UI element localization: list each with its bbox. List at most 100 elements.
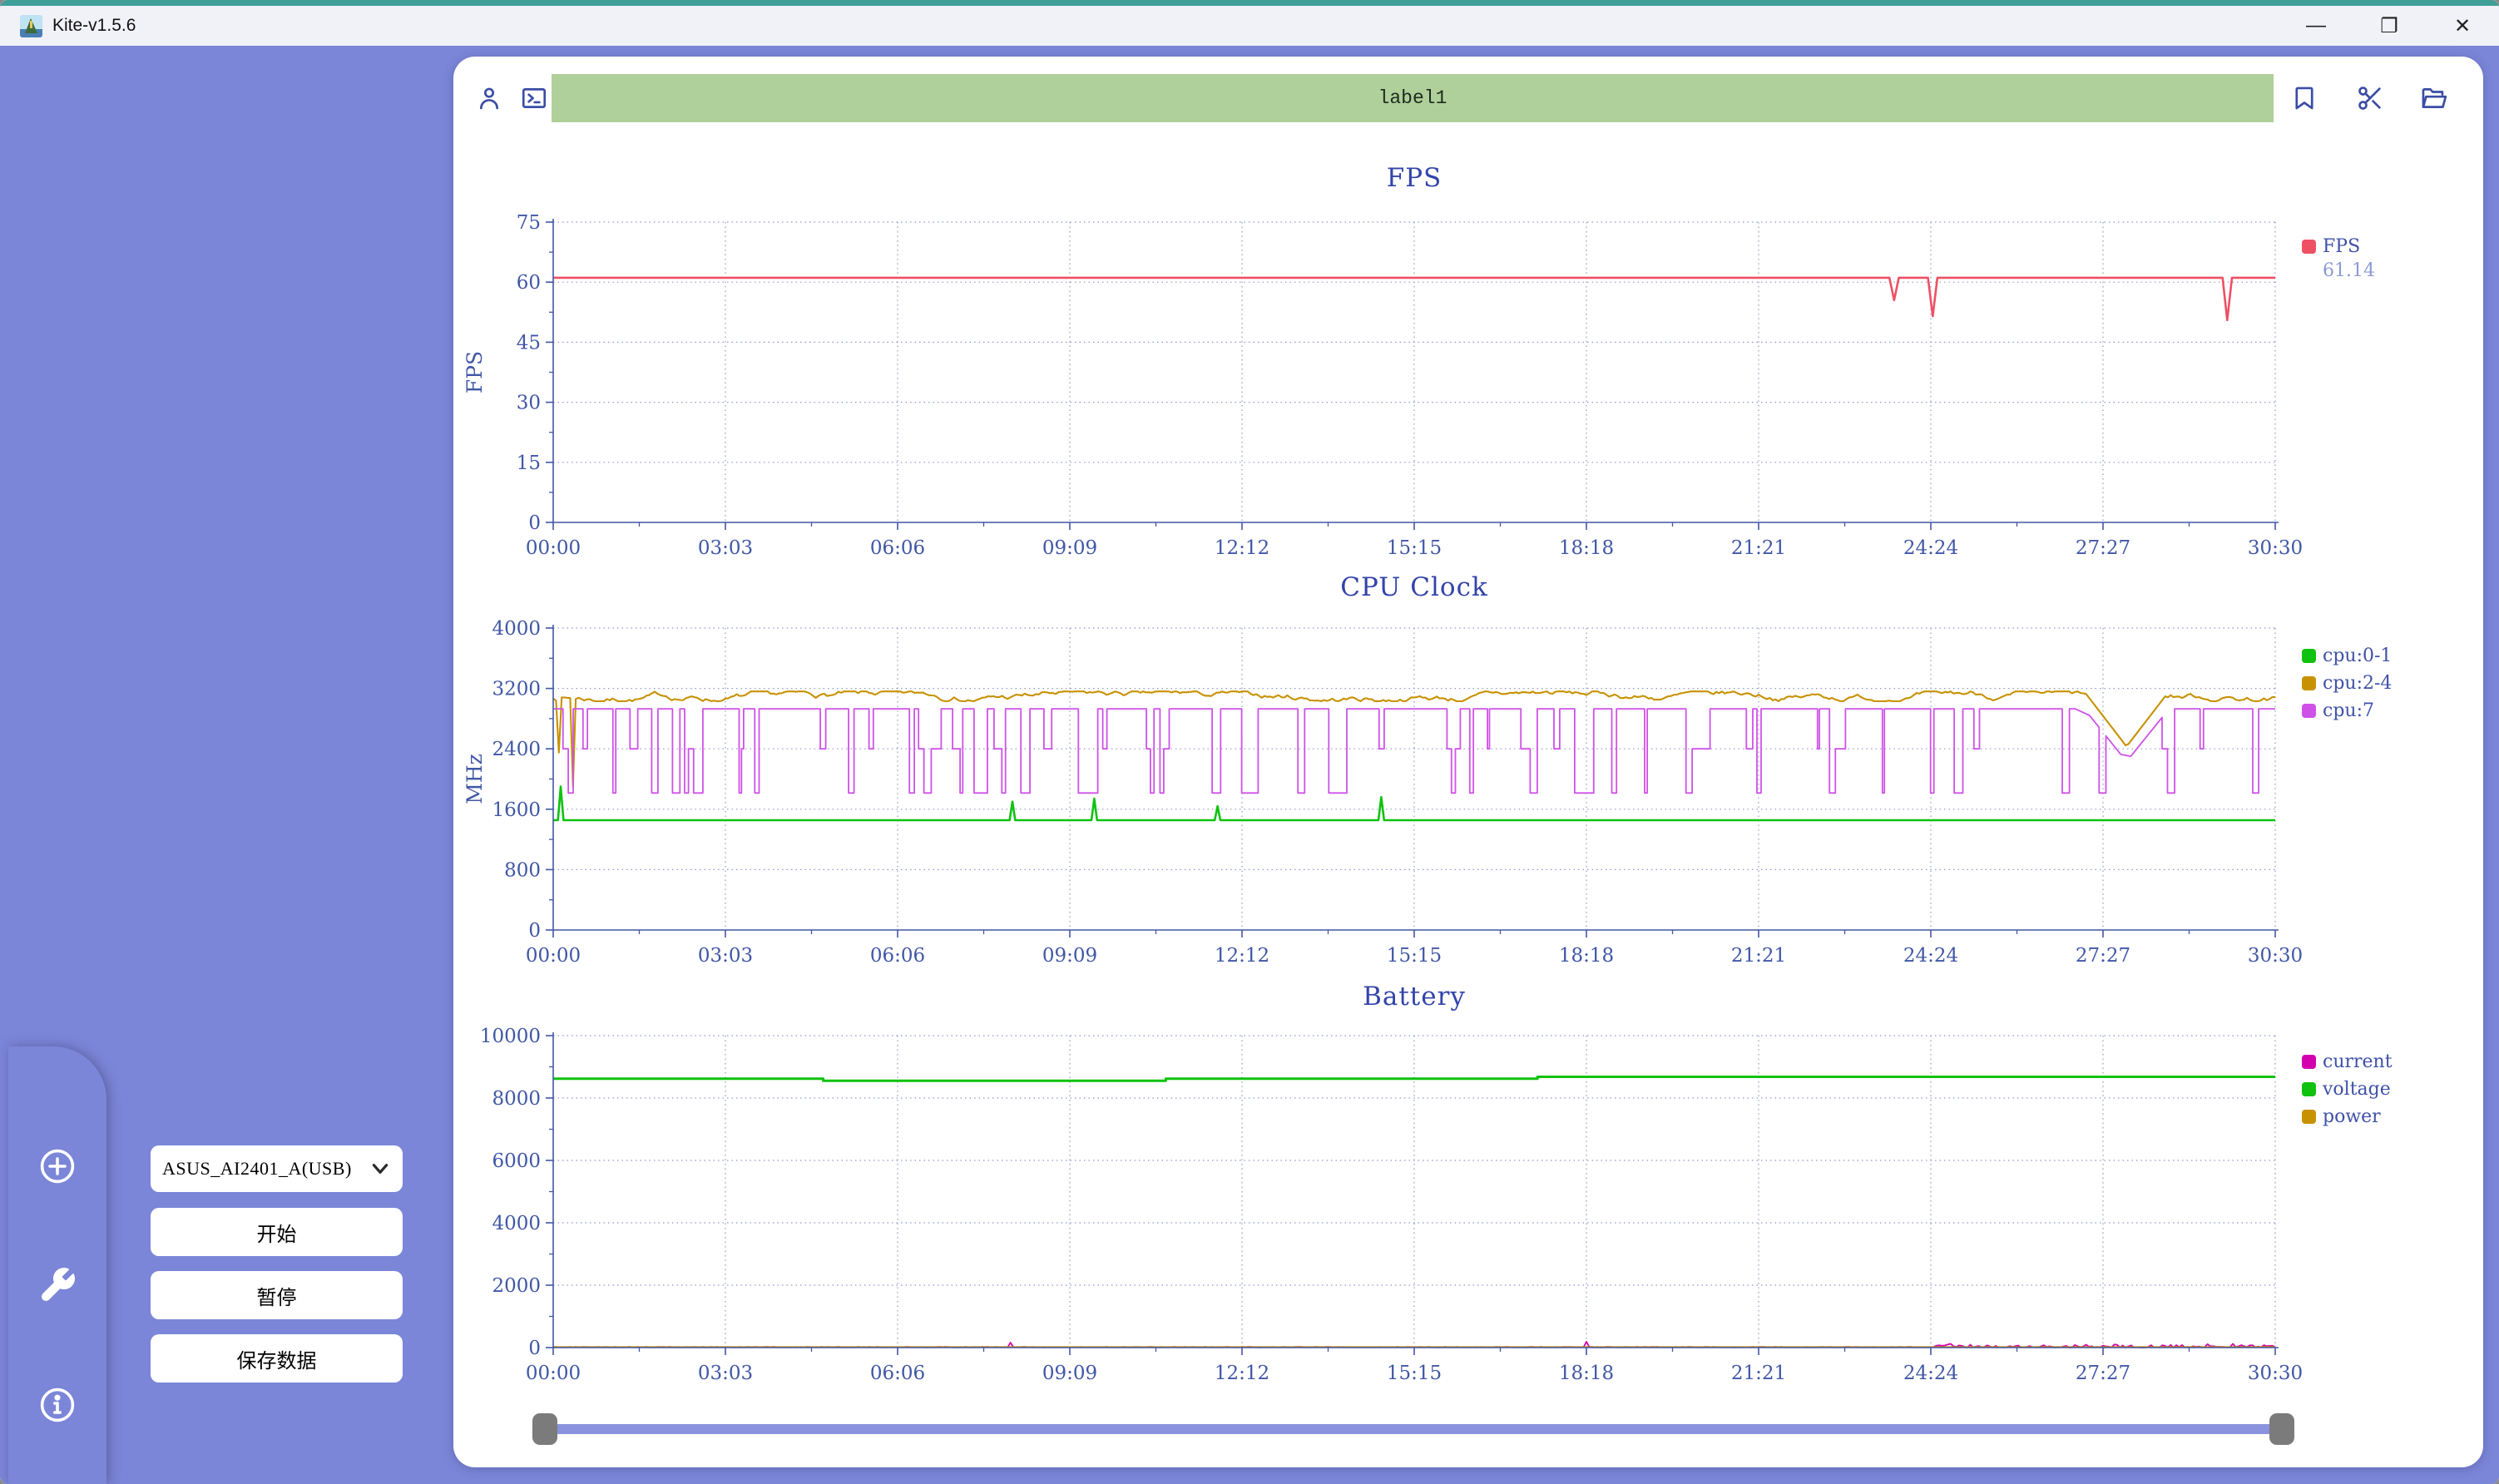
svg-text:21:21: 21:21 (1731, 537, 1786, 559)
info-icon[interactable] (37, 1385, 77, 1425)
fps-plot: 0 15 30 45 60 75 00:00 03:03 06:06 09:09 12:12 15:1… (463, 212, 2303, 559)
svg-text:00:00: 00:00 (526, 1363, 581, 1384)
device-select-value: ASUS_AI2401_A(USB) (162, 1158, 352, 1179)
svg-text:27:27: 27:27 (2076, 1363, 2130, 1384)
legend-swatch (2302, 676, 2316, 690)
svg-text:24:24: 24:24 (1903, 1363, 1958, 1384)
svg-text:00:00: 00:00 (526, 945, 581, 967)
svg-text:0: 0 (528, 512, 541, 534)
svg-text:12:12: 12:12 (1215, 945, 1269, 967)
chevron-down-icon (369, 1160, 391, 1183)
legend-label: voltage (2323, 1079, 2391, 1100)
svg-text:FPS: FPS (463, 351, 487, 393)
svg-text:09:09: 09:09 (1042, 1363, 1097, 1384)
legend-label: power (2323, 1106, 2381, 1127)
svg-text:15:15: 15:15 (1387, 1363, 1442, 1384)
svg-text:03:03: 03:03 (698, 945, 753, 967)
battery-legend: current voltage power (2302, 1048, 2393, 1130)
svg-text:06:06: 06:06 (870, 537, 925, 559)
legend-current-value: 61.14 (2323, 260, 2375, 281)
svg-text:03:03: 03:03 (698, 537, 753, 559)
svg-text:15:15: 15:15 (1387, 537, 1442, 559)
svg-text:09:09: 09:09 (1042, 537, 1097, 559)
window-top-accent (0, 0, 2499, 6)
legend-swatch (2302, 1082, 2316, 1096)
legend-item-power[interactable]: power (2302, 1103, 2393, 1130)
time-range-slider[interactable] (532, 1412, 2294, 1446)
user-icon[interactable] (475, 84, 503, 112)
svg-text:MHz: MHz (463, 754, 487, 804)
svg-text:0: 0 (528, 920, 541, 942)
legend-swatch (2302, 240, 2316, 254)
main-area: ASUS_AI2401_A(USB) 开始 暂停 保存数据 label1 FPS… (0, 46, 2499, 1484)
svg-text:2400: 2400 (492, 739, 541, 760)
svg-text:09:09: 09:09 (1042, 945, 1097, 967)
svg-text:27:27: 27:27 (2076, 945, 2130, 967)
svg-text:4000: 4000 (492, 618, 541, 640)
start-button[interactable]: 开始 (151, 1208, 403, 1256)
svg-text:12:12: 12:12 (1215, 1363, 1269, 1384)
legend-swatch (2302, 704, 2316, 718)
svg-text:18:18: 18:18 (1559, 1363, 1614, 1384)
svg-text:24:24: 24:24 (1903, 945, 1958, 967)
legend-swatch (2302, 1055, 2316, 1069)
svg-text:21:21: 21:21 (1731, 1363, 1786, 1384)
svg-text:30:30: 30:30 (2248, 537, 2303, 559)
svg-text:06:06: 06:06 (870, 1363, 925, 1384)
svg-text:1600: 1600 (492, 799, 541, 821)
svg-text:6000: 6000 (492, 1150, 541, 1172)
bookmark-icon[interactable] (2290, 84, 2318, 112)
title-bar: Kite-v1.5.6 — ❐ ✕ (0, 6, 2499, 46)
legend-label: FPS (2323, 236, 2361, 257)
svg-text:18:18: 18:18 (1559, 537, 1614, 559)
device-select[interactable]: ASUS_AI2401_A(USB) (151, 1145, 403, 1192)
legend-item-voltage[interactable]: voltage (2302, 1076, 2393, 1103)
slider-handle-left[interactable] (532, 1413, 557, 1445)
legend-item-cpu-0-1[interactable]: cpu:0-1 (2302, 642, 2392, 670)
left-dock (8, 1046, 106, 1484)
svg-text:8000: 8000 (492, 1088, 541, 1110)
legend-swatch (2302, 1110, 2316, 1124)
svg-text:4000: 4000 (492, 1213, 541, 1234)
legend-label: cpu:7 (2323, 700, 2374, 721)
fps-legend: FPS 61.14 (2302, 233, 2375, 285)
svg-text:30:30: 30:30 (2248, 945, 2303, 967)
svg-text:10000: 10000 (480, 1026, 541, 1047)
svg-text:800: 800 (504, 859, 541, 881)
add-icon[interactable] (37, 1146, 77, 1186)
svg-text:3200: 3200 (492, 679, 541, 700)
svg-text:30:30: 30:30 (2248, 1363, 2303, 1384)
wrench-icon[interactable] (37, 1265, 77, 1305)
folder-icon[interactable] (2419, 84, 2447, 112)
legend-item-current[interactable]: current (2302, 1048, 2393, 1076)
window-controls: — ❐ ✕ (2279, 6, 2499, 46)
minimize-button[interactable]: — (2279, 6, 2353, 46)
svg-text:27:27: 27:27 (2076, 537, 2130, 559)
save-data-button[interactable]: 保存数据 (151, 1334, 403, 1383)
svg-text:06:06: 06:06 (870, 945, 925, 967)
label-field[interactable]: label1 (552, 74, 2274, 122)
close-button[interactable]: ✕ (2426, 6, 2499, 46)
svg-text:21:21: 21:21 (1731, 945, 1786, 967)
maximize-button[interactable]: ❐ (2353, 6, 2426, 46)
svg-text:45: 45 (517, 332, 541, 354)
svg-text:15:15: 15:15 (1387, 945, 1442, 967)
svg-text:03:03: 03:03 (698, 1363, 753, 1384)
app-icon (20, 14, 42, 37)
slider-handle-right[interactable] (2269, 1413, 2294, 1445)
legend-label: cpu:2-4 (2323, 673, 2393, 694)
window-title: Kite-v1.5.6 (52, 16, 136, 35)
legend-label: cpu:0-1 (2323, 646, 2393, 666)
legend-item-FPS[interactable]: FPS (2302, 233, 2375, 260)
chart-title-fps: FPS (1386, 163, 1442, 193)
control-column: ASUS_AI2401_A(USB) 开始 暂停 保存数据 (151, 1145, 403, 1397)
legend-item-cpu-2-4[interactable]: cpu:2-4 (2302, 670, 2392, 697)
svg-text:75: 75 (517, 212, 541, 234)
legend-item-cpu-7[interactable]: cpu:7 (2302, 697, 2392, 725)
terminal-icon[interactable] (520, 84, 548, 112)
slider-fill (544, 1424, 2283, 1434)
svg-text:12:12: 12:12 (1215, 537, 1269, 559)
scissors-icon[interactable] (2356, 84, 2384, 112)
pause-button[interactable]: 暂停 (151, 1271, 403, 1319)
svg-text:0: 0 (528, 1338, 541, 1359)
